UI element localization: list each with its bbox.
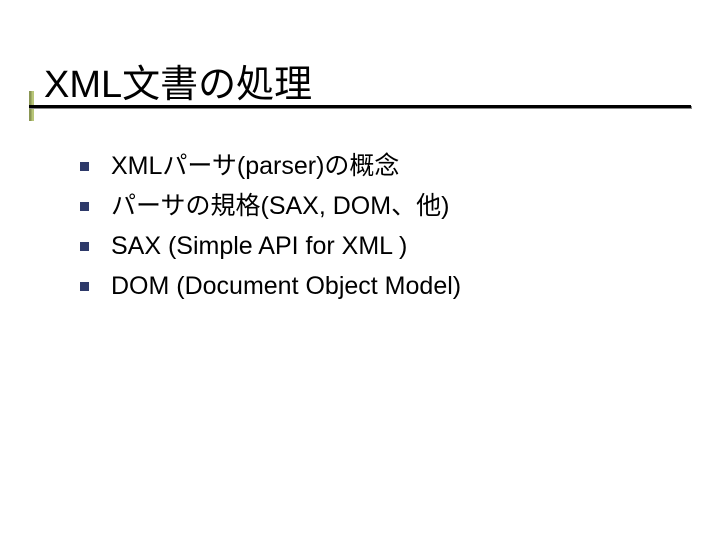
slide-title: XML文書の処理 xyxy=(44,53,312,108)
bullet-icon xyxy=(80,282,89,291)
bullet-icon xyxy=(80,202,89,211)
list-item: DOM (Document Object Model) xyxy=(80,266,461,306)
title-underline xyxy=(29,105,691,108)
bullet-icon xyxy=(80,242,89,251)
slide-title-block: XML文書の処理 xyxy=(44,53,312,108)
bullet-text: DOM (Document Object Model) xyxy=(111,266,461,306)
list-item: XMLパーサ(parser)の概念 xyxy=(80,146,461,186)
bullet-list: XMLパーサ(parser)の概念 パーサの規格(SAX, DOM、他) SAX… xyxy=(80,146,461,306)
bullet-text: パーサの規格(SAX, DOM、他) xyxy=(111,186,449,226)
list-item: パーサの規格(SAX, DOM、他) xyxy=(80,186,461,226)
bullet-icon xyxy=(80,162,89,171)
bullet-text: SAX (Simple API for XML ) xyxy=(111,226,407,266)
list-item: SAX (Simple API for XML ) xyxy=(80,226,461,266)
bullet-text: XMLパーサ(parser)の概念 xyxy=(111,146,399,186)
